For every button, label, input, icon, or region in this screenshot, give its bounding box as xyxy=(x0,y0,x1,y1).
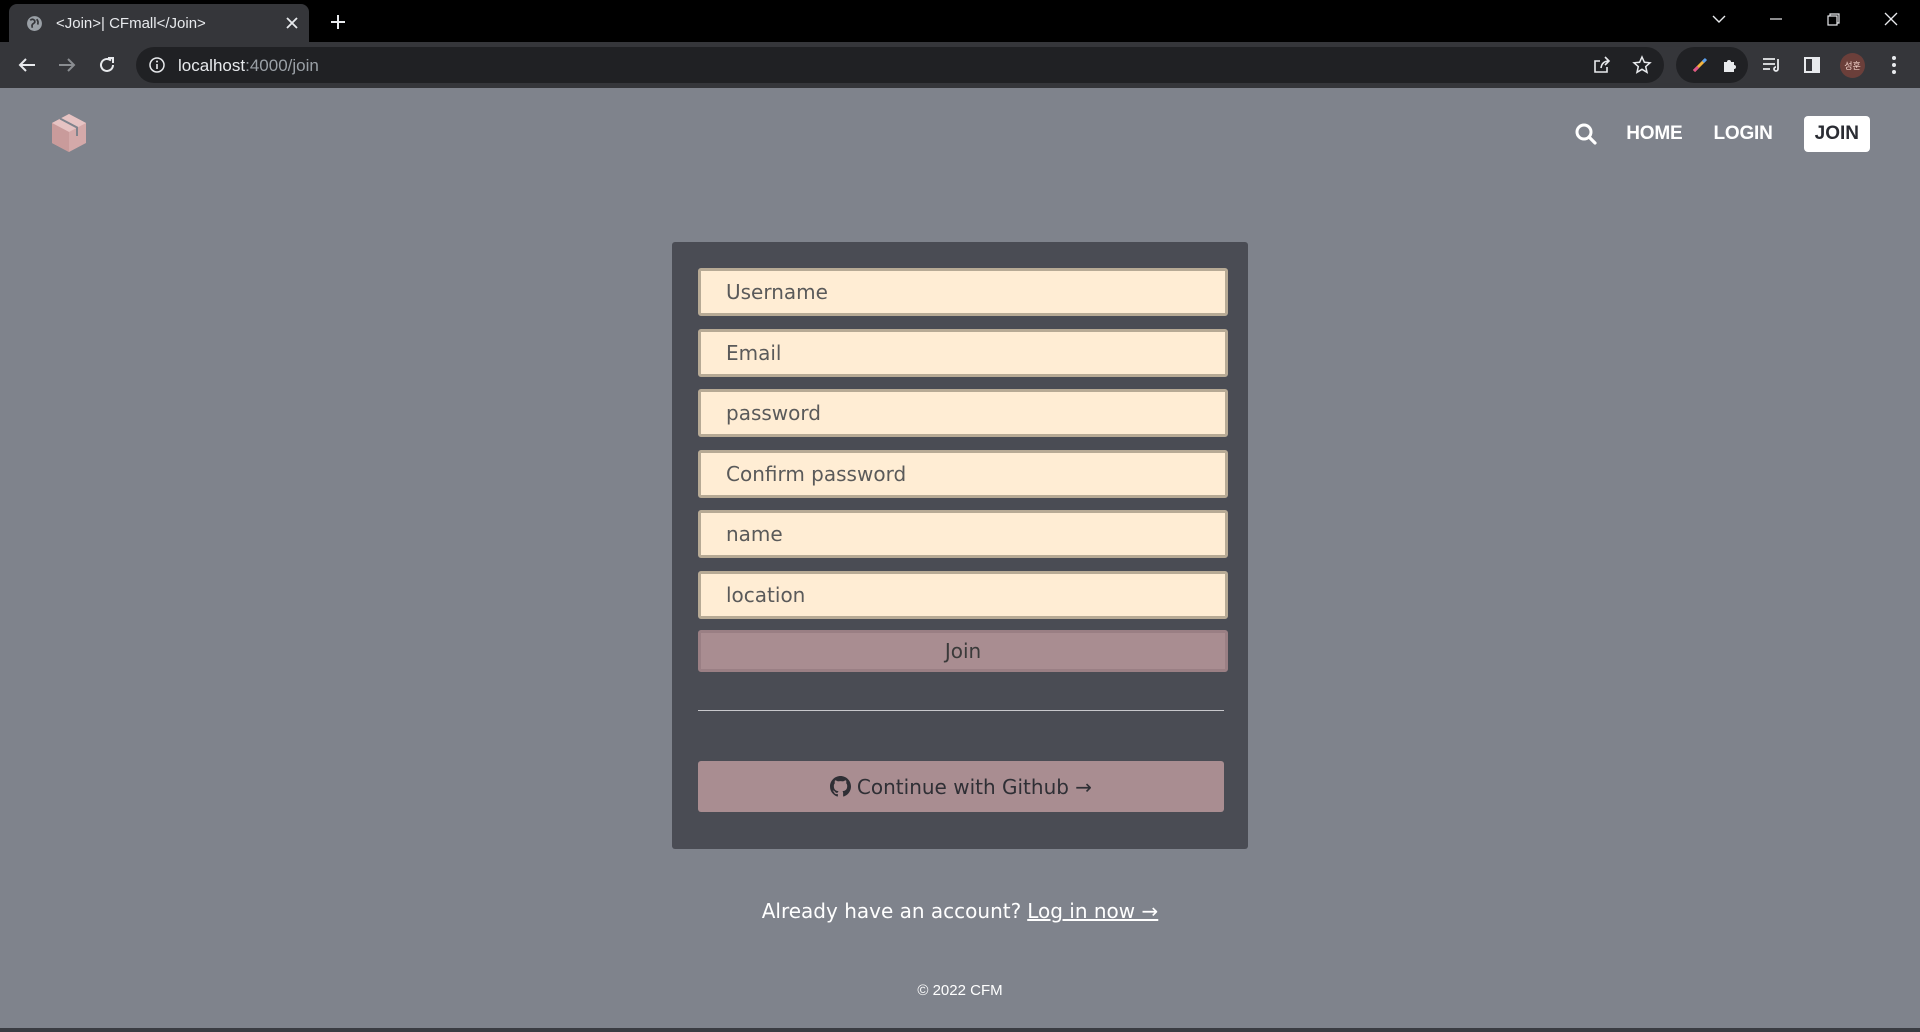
url-host: localhost xyxy=(178,56,246,75)
footer-copyright: © 2022 CFM xyxy=(917,982,1003,999)
nav-join-button[interactable]: JOIN xyxy=(1803,116,1870,152)
side-panel-icon[interactable] xyxy=(1796,49,1828,81)
main-nav: HOME LOGIN JOIN xyxy=(1572,116,1870,152)
divider xyxy=(698,710,1224,711)
join-submit-label: Join xyxy=(944,639,982,663)
puzzle-extensions-icon[interactable] xyxy=(1716,51,1744,79)
github-login-button[interactable]: Continue with Github → xyxy=(698,761,1224,812)
login-prompt-text: Already have an account? xyxy=(761,899,1022,923)
github-icon xyxy=(829,776,851,797)
name-field[interactable] xyxy=(698,510,1228,558)
reading-list-icon[interactable] xyxy=(1756,49,1788,81)
url-path: :4000/join xyxy=(245,56,319,75)
location-field[interactable] xyxy=(698,571,1228,619)
page-bottom-edge xyxy=(0,1028,1920,1032)
login-prompt: Already have an account? Log in now → xyxy=(0,899,1920,923)
nav-home-link[interactable]: HOME xyxy=(1626,123,1682,145)
forward-arrow-icon[interactable] xyxy=(51,49,83,81)
browser-tab[interactable]: <Join>| CFmall</Join> xyxy=(9,4,309,42)
new-tab-icon[interactable] xyxy=(325,9,351,35)
minimize-icon[interactable] xyxy=(1753,4,1799,34)
address-bar[interactable]: localhost:4000/join xyxy=(136,47,1664,83)
browser-toolbar: localhost:4000/join 성훈 xyxy=(0,42,1920,88)
reload-icon[interactable] xyxy=(91,49,123,81)
browser-tab-strip: <Join>| CFmall</Join> xyxy=(0,0,1920,42)
share-icon[interactable] xyxy=(1588,51,1616,79)
username-field[interactable] xyxy=(698,268,1228,316)
extensions-group xyxy=(1676,47,1748,83)
page-content: HOME LOGIN JOIN Join Continue with Githu… xyxy=(0,88,1920,1032)
password-field[interactable] xyxy=(698,389,1228,437)
profile-avatar[interactable]: 성훈 xyxy=(1840,53,1865,78)
back-arrow-icon[interactable] xyxy=(11,49,43,81)
tab-close-icon[interactable] xyxy=(281,12,303,34)
color-pen-extension-icon[interactable] xyxy=(1686,51,1714,79)
url-text[interactable]: localhost:4000/join xyxy=(178,56,319,76)
bookmark-star-icon[interactable] xyxy=(1628,51,1656,79)
join-submit-button[interactable]: Join xyxy=(698,630,1228,672)
github-login-label: Continue with Github → xyxy=(856,774,1093,799)
tab-title: <Join>| CFmall</Join> xyxy=(56,15,206,32)
tab-search-chevron-icon[interactable] xyxy=(1696,4,1742,34)
site-info-icon[interactable] xyxy=(148,56,166,74)
login-now-link[interactable]: Log in now → xyxy=(1027,899,1158,923)
kebab-menu-icon[interactable] xyxy=(1878,49,1910,81)
email-field[interactable] xyxy=(698,329,1228,377)
restore-icon[interactable] xyxy=(1810,4,1856,34)
cube-icon[interactable] xyxy=(48,112,90,154)
confirm-password-field[interactable] xyxy=(698,450,1228,498)
close-window-icon[interactable] xyxy=(1868,4,1914,34)
globe-icon xyxy=(27,16,42,31)
search-icon[interactable] xyxy=(1572,120,1600,148)
join-form-card: Join Continue with Github → xyxy=(672,242,1248,849)
nav-login-link[interactable]: LOGIN xyxy=(1713,123,1772,145)
